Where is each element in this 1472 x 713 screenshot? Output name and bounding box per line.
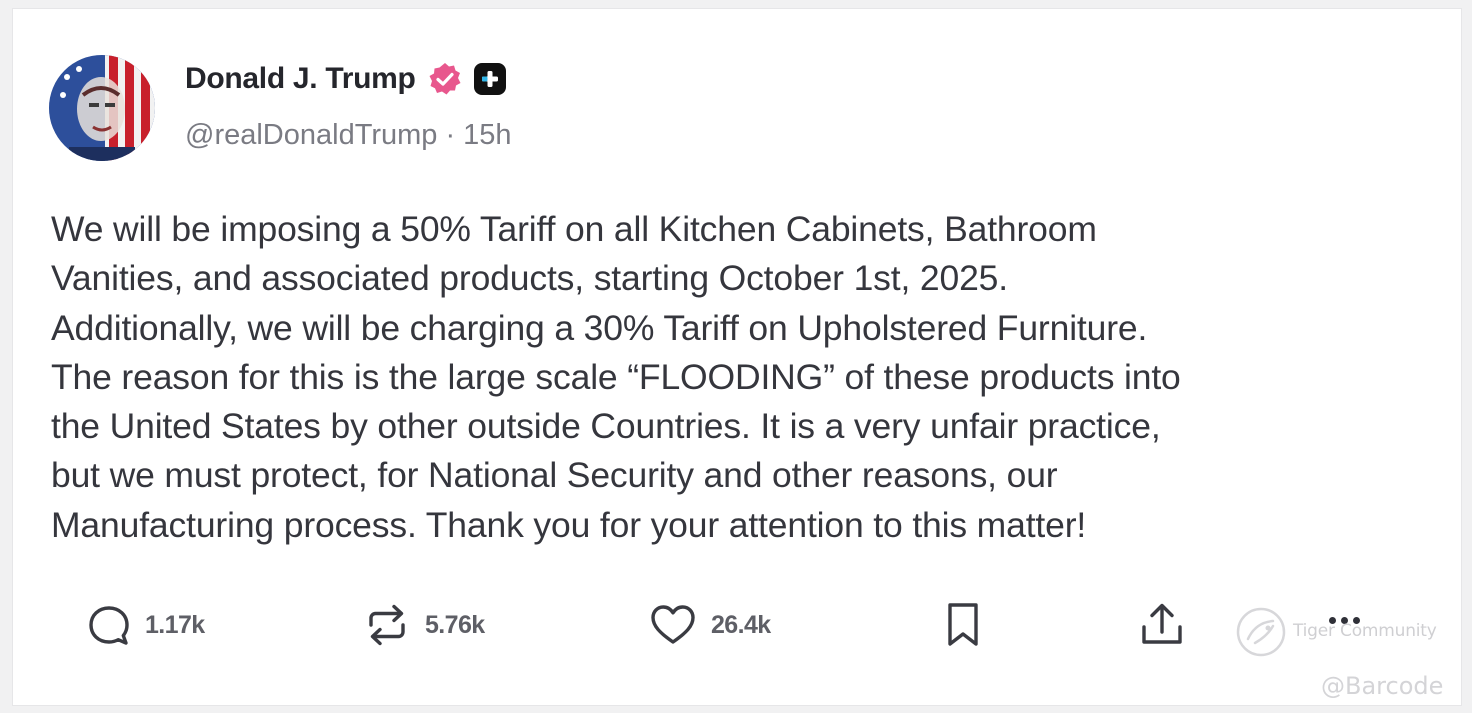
reply-icon [89,606,129,645]
handle-timestamp[interactable]: @realDonaldTrump · 15h [185,119,512,152]
like-button[interactable]: 26.4k [647,595,771,655]
watermark-community: Tiger Community [1293,621,1437,641]
share-icon [1142,603,1182,644]
avatar-image [49,55,155,161]
post-body: We will be imposing a 50% Tariff on all … [51,209,1181,545]
reply-button[interactable]: 1.17k [85,595,205,655]
heart-icon [651,605,695,644]
share-button[interactable] [1137,595,1187,655]
reply-count: 1.17k [145,610,205,639]
post-card: Donald J. Trump @realDonaldTrump · 15h W… [12,8,1462,706]
top-divider [0,0,1472,8]
like-count: 26.4k [711,610,771,639]
author-row: Donald J. Trump [185,59,506,99]
watermark-handle: @Barcode [1321,672,1444,700]
avatar[interactable] [49,55,155,161]
repost-button[interactable]: 5.76k [361,595,485,655]
verified-badge-icon [428,62,462,96]
plus-badge-icon [473,63,506,95]
bookmark-button[interactable] [941,595,985,655]
repost-icon [369,604,405,646]
repost-count: 5.76k [425,610,485,639]
bookmark-icon [948,603,978,646]
author-name[interactable]: Donald J. Trump [185,62,416,96]
watermark-logo [1236,607,1286,657]
